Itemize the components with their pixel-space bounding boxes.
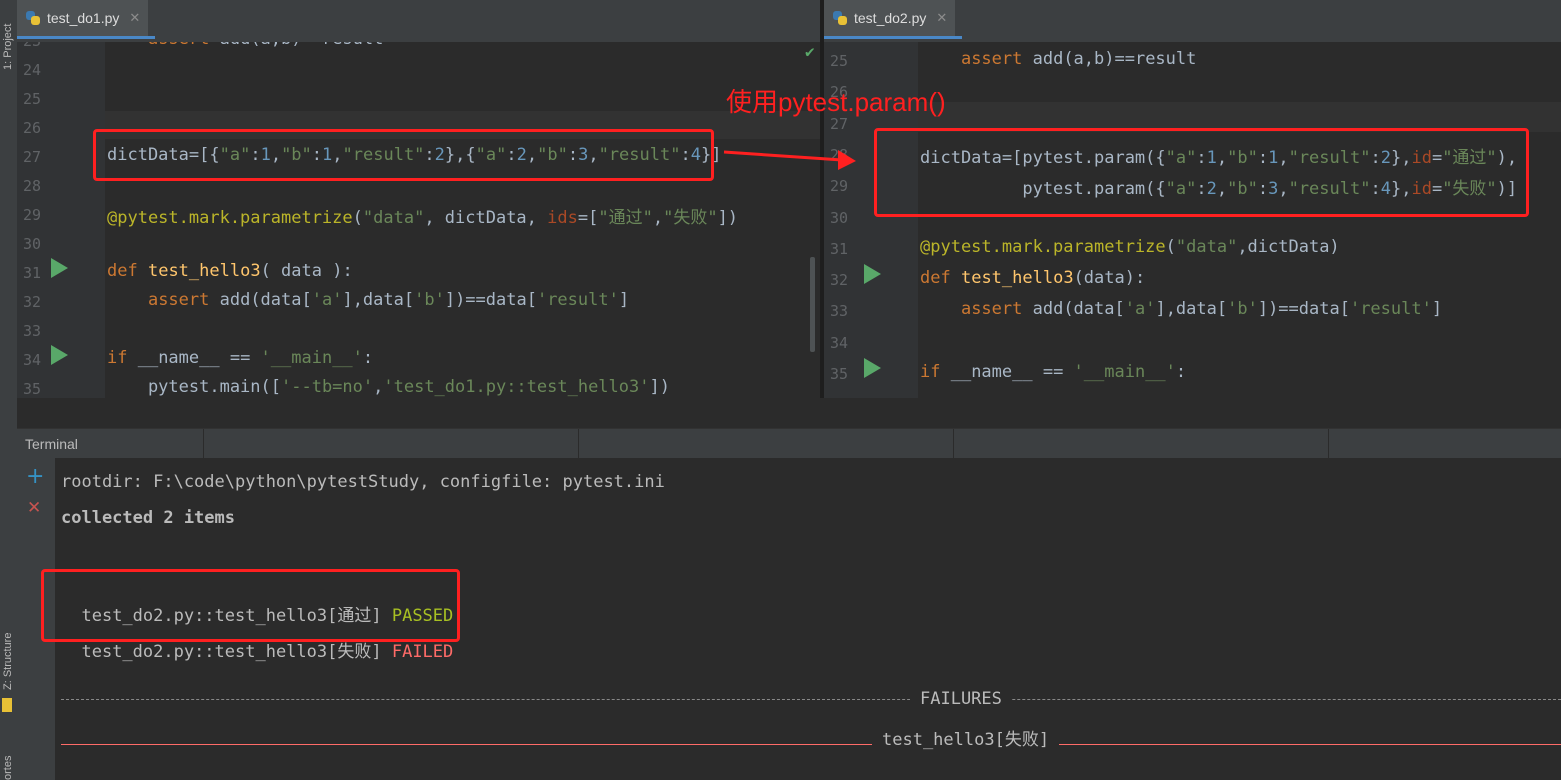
- terminal-header: Terminal: [17, 428, 1561, 459]
- project-tool-tab[interactable]: 1: Project: [2, 24, 14, 70]
- line-number: 31: [830, 239, 849, 258]
- line-number: 27: [23, 148, 42, 166]
- line-number: 26: [23, 119, 42, 137]
- failure-test-separator: [61, 744, 1561, 745]
- header-divider: [953, 429, 954, 459]
- tab-label: test_do1.py: [47, 10, 120, 26]
- failures-header: FAILURES: [910, 689, 1012, 709]
- line-number: 25: [830, 52, 849, 70]
- code-text: def test_hello3(data):: [920, 268, 1146, 289]
- failures-separator-line: [61, 699, 1561, 701]
- tab-test-do1[interactable]: test_do1.py ✕: [17, 0, 149, 36]
- tab-test-do2[interactable]: test_do2.py ✕: [824, 0, 956, 36]
- code-text: assert add(a,b)==result: [960, 49, 1197, 69]
- favorites-tool-tab[interactable]: ortes: [2, 756, 14, 780]
- line-number: 28: [23, 177, 42, 195]
- code-text: assert add(data['a'],data['b'])==data['r…: [147, 290, 630, 310]
- inspection-ok-icon: ✔: [805, 42, 815, 61]
- annotation-arrow: [723, 150, 856, 170]
- new-terminal-icon[interactable]: +: [26, 464, 44, 489]
- line-number: 33: [830, 302, 849, 321]
- run-test-icon[interactable]: [51, 258, 68, 278]
- run-main-icon[interactable]: [51, 345, 68, 365]
- python-file-icon: [832, 10, 848, 26]
- run-test-icon[interactable]: [864, 264, 881, 284]
- close-tab-icon[interactable]: ✕: [936, 10, 947, 26]
- highlight-box-right-dictdata: [874, 128, 1529, 217]
- annotation-label: 使用pytest.param(): [726, 87, 946, 117]
- line-number: 32: [23, 293, 42, 311]
- highlight-box-left-dictdata: [93, 129, 714, 181]
- line-number: 33: [23, 322, 42, 340]
- left-scrollbar-thumb[interactable]: [810, 257, 815, 352]
- code-text: pytest.main(['--tb=no','test_do1.py::tes…: [107, 377, 670, 397]
- code-text: @pytest.mark.parametrize("data",dictData…: [920, 236, 1340, 257]
- panel-gap: [17, 398, 1561, 428]
- active-tab-indicator: [17, 36, 155, 39]
- line-number: 24: [23, 61, 42, 79]
- terminal-title[interactable]: Terminal: [25, 436, 78, 452]
- line-number: 23: [23, 42, 63, 50]
- failure-test-name: test_hello3[失败]: [872, 725, 1060, 750]
- active-tab-indicator: [824, 36, 962, 39]
- line-number: 35: [23, 380, 42, 398]
- tab-label: test_do2.py: [854, 10, 927, 26]
- line-number: 29: [830, 177, 849, 196]
- left-code-editor[interactable]: 23 assert add(a,b)==result24252627dictDa…: [17, 42, 820, 398]
- line-number: 25: [23, 90, 42, 108]
- code-text: assert add(data['a'],data['b'])==data['r…: [960, 299, 1443, 320]
- structure-icon: [2, 698, 12, 712]
- python-file-icon: [25, 10, 41, 26]
- header-divider: [1328, 429, 1329, 459]
- line-number: 30: [23, 235, 42, 253]
- structure-tool-tab[interactable]: Z: Structure: [2, 633, 14, 690]
- terminal-rootdir-line: rootdir: F:\code\python\pytestStudy, con…: [61, 472, 665, 492]
- result-test-id: test_do2.py::test_hello3[失败]: [81, 642, 382, 662]
- left-tool-strip: 1: Project Z: Structure ortes: [0, 0, 18, 780]
- close-tab-icon[interactable]: ✕: [129, 10, 140, 26]
- code-text: if __name__ == '__main__':: [920, 362, 1187, 382]
- code-text: if __name__ == '__main__':: [107, 348, 374, 368]
- code-text: @pytest.mark.parametrize("data", dictDat…: [107, 208, 739, 228]
- terminal-collected-line: collected 2 items: [61, 508, 235, 528]
- run-main-icon[interactable]: [864, 358, 881, 378]
- line-number: 29: [23, 206, 42, 224]
- line-number: 30: [830, 208, 849, 227]
- highlight-box-results: [41, 569, 460, 642]
- line-number: 34: [830, 333, 849, 352]
- header-divider: [203, 429, 204, 459]
- close-terminal-icon[interactable]: ✕: [27, 498, 41, 518]
- code-text: def test_hello3( data ):: [107, 261, 353, 281]
- code-text: assert add(a,b)==result: [107, 42, 383, 49]
- header-divider: [578, 429, 579, 459]
- status-failed: FAILED: [391, 642, 454, 662]
